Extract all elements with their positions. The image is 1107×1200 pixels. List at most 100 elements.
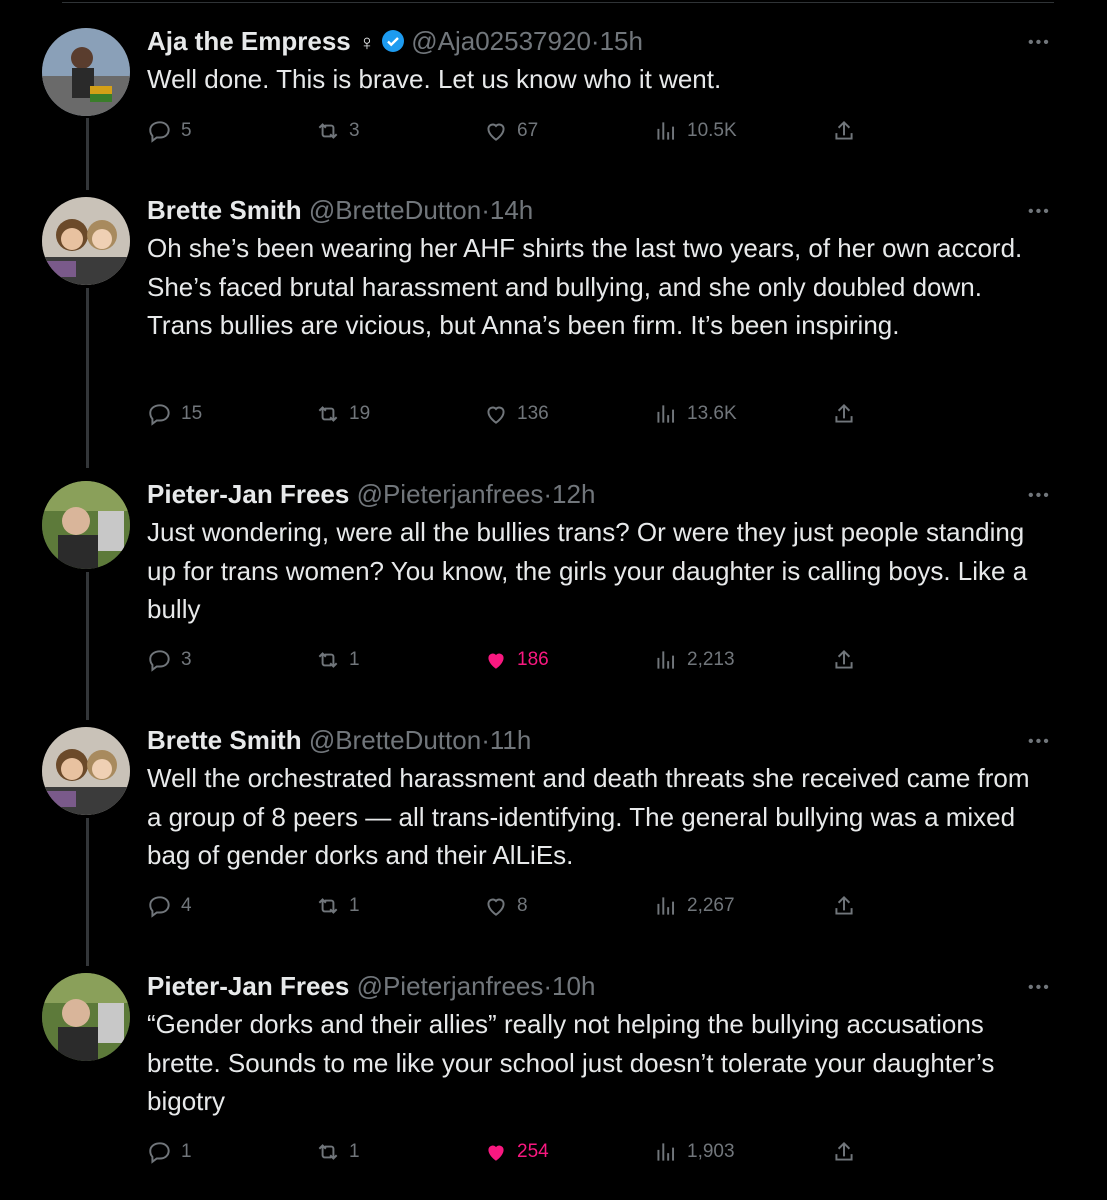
reply-icon — [149, 896, 170, 918]
author-name[interactable]: Aja the Empress — [147, 26, 351, 56]
share-icon — [835, 649, 853, 669]
timestamp[interactable]: 10h — [552, 971, 595, 1001]
tweet-text: Oh she’s been wearing her AHF shirts the… — [147, 229, 1047, 345]
tweet-header: Brette Smith @BretteDutton·11h — [147, 723, 531, 757]
retweet-button[interactable]: 3 — [315, 118, 360, 144]
reply-icon — [149, 404, 170, 426]
reply-button[interactable]: 1 — [147, 1139, 192, 1165]
views-button[interactable]: 10.5K — [653, 118, 737, 144]
separator: · — [543, 971, 553, 1001]
author-name[interactable]: Brette Smith — [147, 195, 302, 225]
author-handle[interactable]: @Pieterjanfrees — [357, 971, 544, 1001]
view-count: 13.6K — [687, 403, 737, 424]
views-button[interactable]: 1,903 — [653, 1139, 735, 1165]
share-button[interactable] — [831, 647, 857, 673]
tweet-text: Just wondering, were all the bullies tra… — [147, 513, 1047, 629]
action-bar: 4 1 8 2,267 — [147, 893, 867, 923]
author-name[interactable]: Pieter-Jan Frees — [147, 971, 349, 1001]
user-avatar-photo-icon — [42, 727, 130, 815]
views-button[interactable]: 13.6K — [653, 401, 737, 427]
reply-button[interactable]: 3 — [147, 647, 192, 673]
heart-icon — [487, 406, 505, 424]
avatar[interactable] — [42, 973, 130, 1061]
like-button[interactable]: 8 — [483, 893, 528, 919]
action-bar: 15 19 136 13.6K — [147, 401, 867, 431]
author-name[interactable]: Brette Smith — [147, 725, 302, 755]
views-button[interactable]: 2,213 — [653, 647, 735, 673]
author-name[interactable]: Pieter-Jan Frees — [147, 479, 349, 509]
like-count: 67 — [517, 120, 539, 141]
tweet-text: Well done. This is brave. Let us know wh… — [147, 60, 1047, 99]
author-handle[interactable]: @BretteDutton — [309, 195, 481, 225]
retweet-count: 1 — [349, 649, 360, 670]
views-button[interactable]: 2,267 — [653, 893, 735, 919]
avatar[interactable] — [42, 481, 130, 569]
views-chart-icon — [657, 122, 675, 140]
share-button[interactable] — [831, 1139, 857, 1165]
timestamp[interactable]: 15h — [600, 26, 643, 56]
views-chart-icon — [657, 405, 675, 423]
retweet-button[interactable]: 19 — [315, 401, 370, 427]
separator: · — [590, 26, 600, 56]
timestamp[interactable]: 11h — [490, 725, 531, 755]
view-count: 10.5K — [687, 120, 737, 141]
reply-count: 1 — [181, 1141, 192, 1162]
author-handle[interactable]: @Aja02537920 — [411, 26, 591, 56]
tweet-paragraph: Well done. This is brave. Let us know wh… — [147, 64, 722, 94]
retweet-count: 3 — [349, 120, 360, 141]
reply-icon — [149, 650, 170, 672]
avatar[interactable] — [42, 197, 130, 285]
tweet-paragraph: “Gender dorks and their allies” really n… — [147, 1009, 995, 1116]
like-button[interactable]: 67 — [483, 118, 538, 144]
thread-line — [86, 288, 89, 468]
retweet-button[interactable]: 1 — [315, 893, 360, 919]
reply-button[interactable]: 4 — [147, 893, 192, 919]
heart-icon — [487, 123, 505, 141]
author-handle[interactable]: @Pieterjanfrees — [357, 479, 544, 509]
reply-icon — [149, 1142, 170, 1164]
retweet-button[interactable]: 1 — [315, 647, 360, 673]
like-button[interactable]: 136 — [483, 401, 549, 427]
view-count: 2,213 — [687, 649, 735, 670]
more-options-icon[interactable]: ••• — [1028, 979, 1051, 997]
user-avatar-photo-icon — [42, 28, 130, 116]
author-handle[interactable]: @BretteDutton — [309, 725, 481, 755]
share-button[interactable] — [831, 401, 857, 427]
share-icon — [835, 403, 853, 423]
action-bar: 3 1 186 2,213 — [147, 647, 867, 677]
share-icon — [835, 1141, 853, 1161]
share-button[interactable] — [831, 893, 857, 919]
heart-filled-icon — [488, 1145, 504, 1161]
tweet-text: “Gender dorks and their allies” really n… — [147, 1005, 1047, 1121]
like-button[interactable]: 254 — [483, 1139, 549, 1165]
more-options-icon[interactable]: ••• — [1028, 733, 1051, 751]
tweet-paragraph: Just wondering, were all the bullies tra… — [147, 517, 1028, 624]
like-count: 136 — [517, 403, 549, 424]
reply-button[interactable]: 5 — [147, 118, 192, 144]
like-button[interactable]: 186 — [483, 647, 549, 673]
more-options-icon[interactable]: ••• — [1028, 203, 1051, 221]
share-button[interactable] — [831, 118, 857, 144]
separator: · — [481, 725, 490, 755]
retweet-icon — [318, 406, 338, 422]
tweet-paragraph: Well the orchestrated harassment and dea… — [147, 763, 1030, 870]
reply-count: 3 — [181, 649, 192, 670]
timestamp[interactable]: 14h — [490, 195, 533, 225]
view-count: 1,903 — [687, 1141, 735, 1162]
tweet-paragraph: Oh she’s been wearing her AHF shirts the… — [147, 233, 1023, 302]
reply-button[interactable]: 15 — [147, 401, 202, 427]
more-options-icon[interactable]: ••• — [1028, 34, 1051, 52]
tweet-header: Pieter-Jan Frees @Pieterjanfrees·10h — [147, 969, 595, 1003]
views-chart-icon — [657, 1143, 675, 1161]
more-options-icon[interactable]: ••• — [1028, 487, 1051, 505]
tweet-header: Aja the Empress ♀ @Aja02537920·15h — [147, 24, 643, 60]
retweet-icon — [318, 1144, 338, 1160]
verified-badge-icon — [382, 30, 405, 52]
avatar[interactable] — [42, 727, 130, 815]
share-icon — [835, 895, 853, 915]
timestamp[interactable]: 12h — [552, 479, 595, 509]
retweet-button[interactable]: 1 — [315, 1139, 360, 1165]
like-count: 254 — [517, 1141, 549, 1162]
avatar[interactable] — [42, 28, 130, 116]
retweet-count: 19 — [349, 403, 371, 424]
